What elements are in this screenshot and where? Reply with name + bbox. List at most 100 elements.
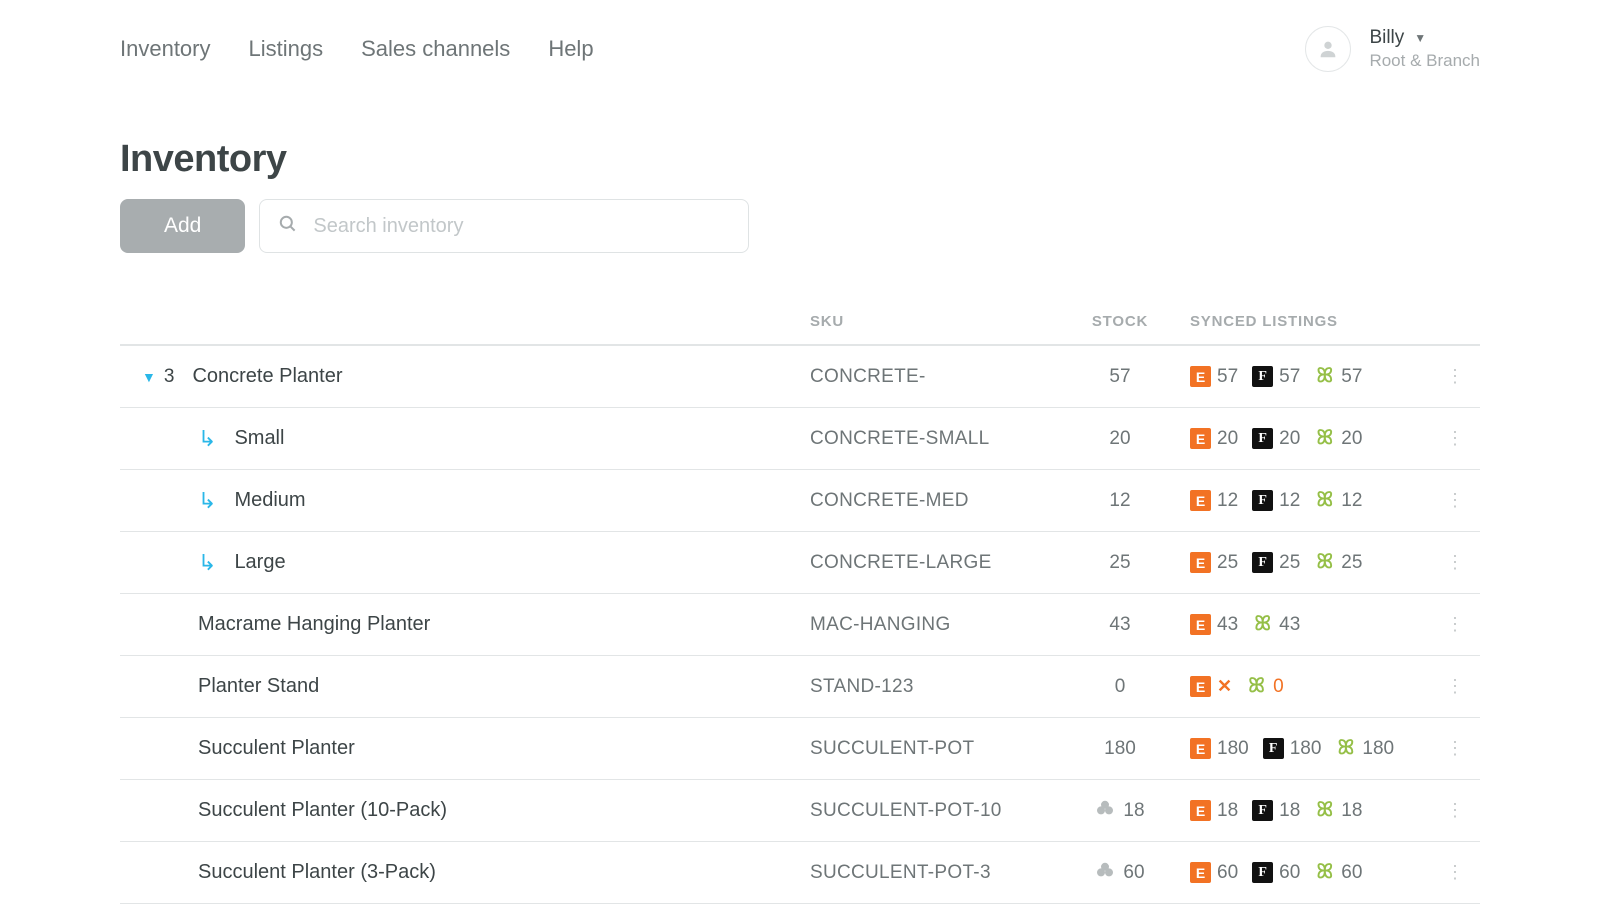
synced-listing: E 180: [1190, 738, 1249, 760]
listing-value: 60: [1279, 862, 1300, 884]
listing-value: 57: [1217, 366, 1238, 388]
synced-listing: ꕤ60: [1314, 862, 1362, 884]
listing-value: 57: [1341, 366, 1362, 388]
row-actions-button[interactable]: ⋮: [1430, 862, 1480, 883]
variant-count: 3: [164, 366, 175, 388]
stock-value: 180: [1050, 738, 1190, 760]
listing-value: 25: [1341, 552, 1362, 574]
item-name: Large: [234, 551, 285, 574]
search-icon: [278, 214, 297, 238]
listing-value: 180: [1290, 738, 1322, 760]
child-arrow-icon: ↳: [198, 550, 216, 576]
listing-value: 57: [1279, 366, 1300, 388]
nav-inventory[interactable]: Inventory: [120, 36, 211, 62]
stock-value: 57: [1050, 366, 1190, 388]
synced-listing: F180: [1263, 738, 1322, 760]
table-row[interactable]: ↳ Large CONCRETE-LARGE25 E25 F25 ꕤ25 ⋮: [120, 532, 1480, 594]
table-row[interactable]: Succulent Planter (10-Pack) SUCCULENT-PO…: [120, 780, 1480, 842]
user-menu[interactable]: Billy ▼ Root & Branch: [1305, 26, 1480, 72]
etsy-icon: E: [1190, 862, 1211, 883]
row-actions-button[interactable]: ⋮: [1430, 428, 1480, 449]
stock-value: 60: [1050, 862, 1190, 884]
shopify-icon: ꕤ: [1252, 614, 1273, 635]
faire-icon: F: [1252, 366, 1273, 387]
synced-listing: E20: [1190, 428, 1238, 450]
synced-listing: ꕤ20: [1314, 428, 1362, 450]
page-title: Inventory: [120, 138, 1480, 181]
nav-listings[interactable]: Listings: [249, 36, 324, 62]
add-button[interactable]: Add: [120, 199, 245, 253]
listing-value: 180: [1217, 738, 1249, 760]
row-actions-button[interactable]: ⋮: [1430, 366, 1480, 387]
stock-value: 0: [1050, 676, 1190, 698]
shopify-icon: ꕤ: [1314, 552, 1335, 573]
shopify-icon: ꕤ: [1246, 676, 1267, 697]
row-actions-button[interactable]: ⋮: [1430, 552, 1480, 573]
table-row[interactable]: ↳ Medium CONCRETE-MED12 E12 F12 ꕤ12 ⋮: [120, 470, 1480, 532]
table-row[interactable]: ↳ Small CONCRETE-SMALL20 E20 F20 ꕤ20 ⋮: [120, 408, 1480, 470]
search-container[interactable]: [259, 199, 749, 253]
synced-listing: F 18: [1252, 800, 1300, 822]
child-arrow-icon: ↳: [198, 488, 216, 514]
listing-value: 25: [1279, 552, 1300, 574]
synced-listing: E57: [1190, 366, 1238, 388]
sku-value: SUCCULENT-POT: [810, 738, 1050, 760]
item-name: Succulent Planter: [198, 737, 355, 760]
caret-down-icon: ▼: [1414, 31, 1426, 45]
item-name: Small: [234, 427, 284, 450]
etsy-icon: E: [1190, 676, 1211, 697]
synced-listing: E 43: [1190, 614, 1238, 636]
listing-value: 180: [1362, 738, 1394, 760]
listing-value: 18: [1341, 800, 1362, 822]
nav-sales-channels[interactable]: Sales channels: [361, 36, 510, 62]
sku-value: MAC-HANGING: [810, 614, 1050, 636]
listing-value: 43: [1217, 614, 1238, 636]
nav-help[interactable]: Help: [548, 36, 593, 62]
shopify-icon: ꕤ: [1314, 862, 1335, 883]
stock-value: 12: [1050, 490, 1190, 512]
child-arrow-icon: ↳: [198, 426, 216, 452]
row-actions-button[interactable]: ⋮: [1430, 676, 1480, 697]
sku-value: CONCRETE-MED: [810, 490, 1050, 512]
faire-icon: F: [1252, 800, 1273, 821]
table-row[interactable]: Succulent Planter SUCCULENT-POT180 E180 …: [120, 718, 1480, 780]
col-synced: SYNCED LISTINGS: [1190, 313, 1430, 330]
table-row[interactable]: ▼ 3 Concrete Planter CONCRETE-57 E57 F57…: [120, 346, 1480, 408]
item-name: Planter Stand: [198, 675, 319, 698]
synced-listing: F25: [1252, 552, 1300, 574]
listing-value: 18: [1217, 800, 1238, 822]
item-name: Concrete Planter: [192, 365, 342, 388]
synced-listing: ꕤ0: [1246, 676, 1284, 698]
row-actions-button[interactable]: ⋮: [1430, 738, 1480, 759]
sku-value: SUCCULENT-POT-10: [810, 800, 1050, 822]
stock-value: 20: [1050, 428, 1190, 450]
table-row[interactable]: Succulent Planter (3-Pack) SUCCULENT-POT…: [120, 842, 1480, 904]
table-row[interactable]: Macrame Hanging Planter MAC-HANGING43 E4…: [120, 594, 1480, 656]
listing-value: 20: [1279, 428, 1300, 450]
col-stock: STOCK: [1050, 313, 1190, 330]
row-actions-button[interactable]: ⋮: [1430, 614, 1480, 635]
table-row[interactable]: Planter Stand STAND-1230 E✕ ꕤ0 ⋮: [120, 656, 1480, 718]
search-input[interactable]: [311, 214, 730, 239]
listing-value: 20: [1217, 428, 1238, 450]
listing-value: 12: [1341, 490, 1362, 512]
row-actions-button[interactable]: ⋮: [1430, 490, 1480, 511]
item-name: Macrame Hanging Planter: [198, 613, 430, 636]
synced-listing: F12: [1252, 490, 1300, 512]
listing-value: 18: [1279, 800, 1300, 822]
synced-listing: E60: [1190, 862, 1238, 884]
listing-value: 25: [1217, 552, 1238, 574]
shopify-icon: ꕤ: [1314, 366, 1335, 387]
etsy-icon: E: [1190, 614, 1211, 635]
shopify-icon: ꕤ: [1335, 738, 1356, 759]
synced-listing: E✕: [1190, 676, 1232, 697]
row-actions-button[interactable]: ⋮: [1430, 800, 1480, 821]
bundle-icon: [1095, 862, 1115, 883]
shopify-icon: ꕤ: [1314, 428, 1335, 449]
faire-icon: F: [1252, 428, 1273, 449]
etsy-icon: E: [1190, 490, 1211, 511]
etsy-icon: E: [1190, 738, 1211, 759]
item-name: Medium: [234, 489, 305, 512]
expand-toggle[interactable]: ▼ 3: [142, 366, 174, 388]
stock-value: 43: [1050, 614, 1190, 636]
